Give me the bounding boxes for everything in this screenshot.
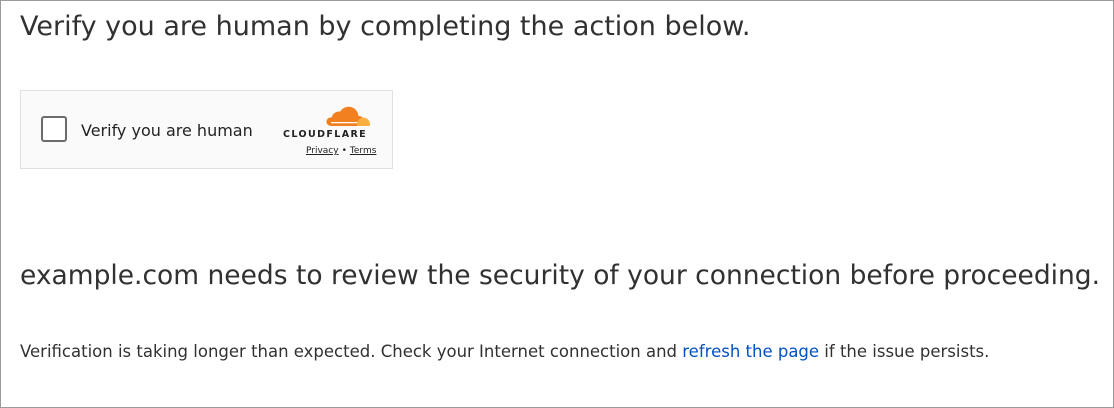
cloudflare-brand: CLOUDFLARE Privacy • Terms	[279, 105, 379, 161]
page-frame: Verify you are human by completing the a…	[0, 0, 1114, 408]
page-heading: Verify you are human by completing the a…	[20, 11, 751, 42]
link-separator: •	[341, 146, 347, 156]
cloudflare-cloud-icon	[326, 106, 370, 126]
refresh-page-link[interactable]: refresh the page	[682, 342, 819, 361]
brand-links: Privacy • Terms	[306, 146, 376, 156]
delay-note-suffix: if the issue persists.	[819, 342, 990, 361]
turnstile-widget: Verify you are human CLOUDFLARE Privacy •…	[20, 90, 393, 169]
security-review-message: example.com needs to review the security…	[20, 260, 1101, 291]
verify-checkbox[interactable]	[41, 116, 67, 142]
cloudflare-wordmark: CLOUDFLARE	[283, 129, 368, 140]
privacy-link[interactable]: Privacy	[306, 146, 339, 156]
verify-checkbox-label[interactable]: Verify you are human	[81, 121, 253, 140]
delay-note-text: Verification is taking longer than expec…	[20, 342, 683, 361]
terms-link[interactable]: Terms	[350, 146, 377, 156]
delay-note: Verification is taking longer than expec…	[20, 342, 989, 361]
